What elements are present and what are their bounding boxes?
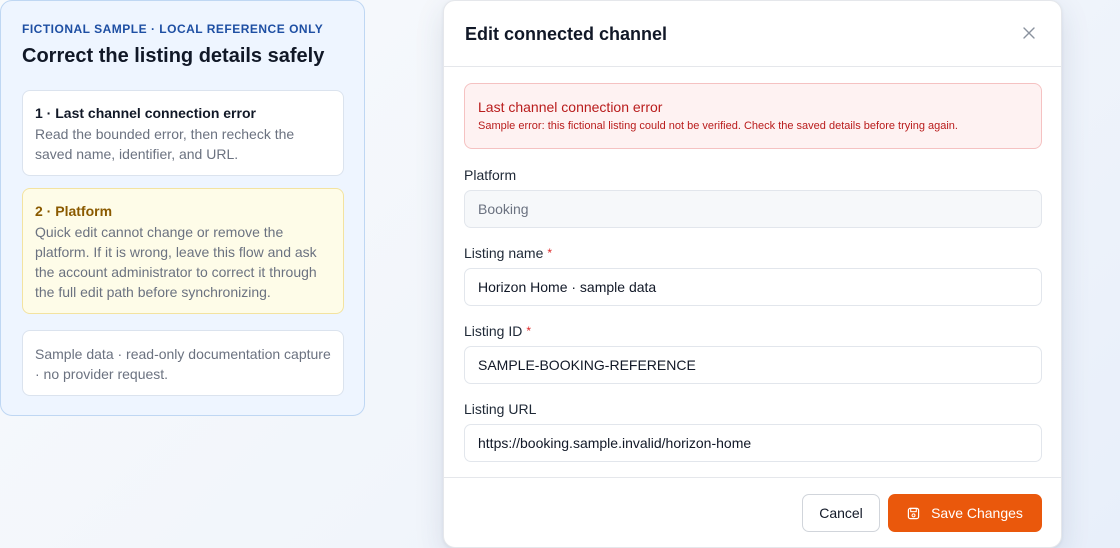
listing-name-input[interactable] bbox=[464, 268, 1042, 306]
listing-id-field: Listing ID * bbox=[464, 322, 1042, 384]
connection-error-alert: Last channel connection error Sample err… bbox=[464, 83, 1042, 149]
guide-step-platform: 2 · Platform Quick edit cannot change or… bbox=[22, 188, 344, 314]
error-title: Last channel connection error bbox=[478, 99, 663, 115]
step-text: Quick edit cannot change or remove the p… bbox=[35, 224, 317, 300]
platform-field: Platform bbox=[464, 166, 1042, 228]
listing-name-label: Listing name * bbox=[464, 245, 553, 261]
save-label: Save Changes bbox=[931, 505, 1023, 521]
cancel-button[interactable]: Cancel bbox=[802, 494, 880, 532]
listing-id-input[interactable] bbox=[464, 346, 1042, 384]
platform-label: Platform bbox=[464, 167, 517, 183]
modal-header: Edit connected channel bbox=[444, 1, 1061, 67]
step-text: Read the bounded error, then recheck the… bbox=[35, 126, 295, 162]
guide-step-connection-error: 1 · Last channel connection error Read t… bbox=[22, 90, 344, 176]
guide-step-sample-note: Sample data · read-only documentation ca… bbox=[22, 330, 344, 396]
guide-title: Correct the listing details safely bbox=[22, 45, 325, 67]
listing-url-field: Listing URL bbox=[464, 400, 1042, 462]
modal-footer: Cancel Save Changes bbox=[444, 477, 1061, 547]
listing-name-field: Listing name * bbox=[464, 244, 1042, 306]
cancel-label: Cancel bbox=[819, 505, 863, 521]
save-icon bbox=[907, 507, 920, 520]
platform-input[interactable] bbox=[464, 190, 1042, 228]
modal-body: Last channel connection error Sample err… bbox=[464, 83, 1042, 462]
close-button[interactable] bbox=[1019, 23, 1039, 43]
listing-id-label: Listing ID * bbox=[464, 323, 532, 339]
modal-title: Edit connected channel bbox=[465, 24, 668, 44]
guide-eyebrow: FICTIONAL SAMPLE · LOCAL REFERENCE ONLY bbox=[22, 22, 324, 36]
listing-url-input[interactable] bbox=[464, 424, 1042, 462]
save-changes-button[interactable]: Save Changes bbox=[888, 494, 1042, 532]
close-icon bbox=[1023, 27, 1035, 39]
guide-panel: FICTIONAL SAMPLE · LOCAL REFERENCE ONLY … bbox=[0, 0, 365, 416]
step-title: 2 · Platform bbox=[35, 203, 113, 219]
step-title: 1 · Last channel connection error bbox=[35, 105, 256, 121]
error-text: Sample error: this fictional listing cou… bbox=[478, 120, 958, 132]
required-mark: * bbox=[547, 246, 553, 260]
required-mark: * bbox=[526, 324, 532, 338]
step-text: Sample data · read-only documentation ca… bbox=[35, 346, 331, 382]
listing-url-label: Listing URL bbox=[464, 401, 537, 417]
edit-channel-modal: Edit connected channel Last channel conn… bbox=[443, 0, 1062, 548]
